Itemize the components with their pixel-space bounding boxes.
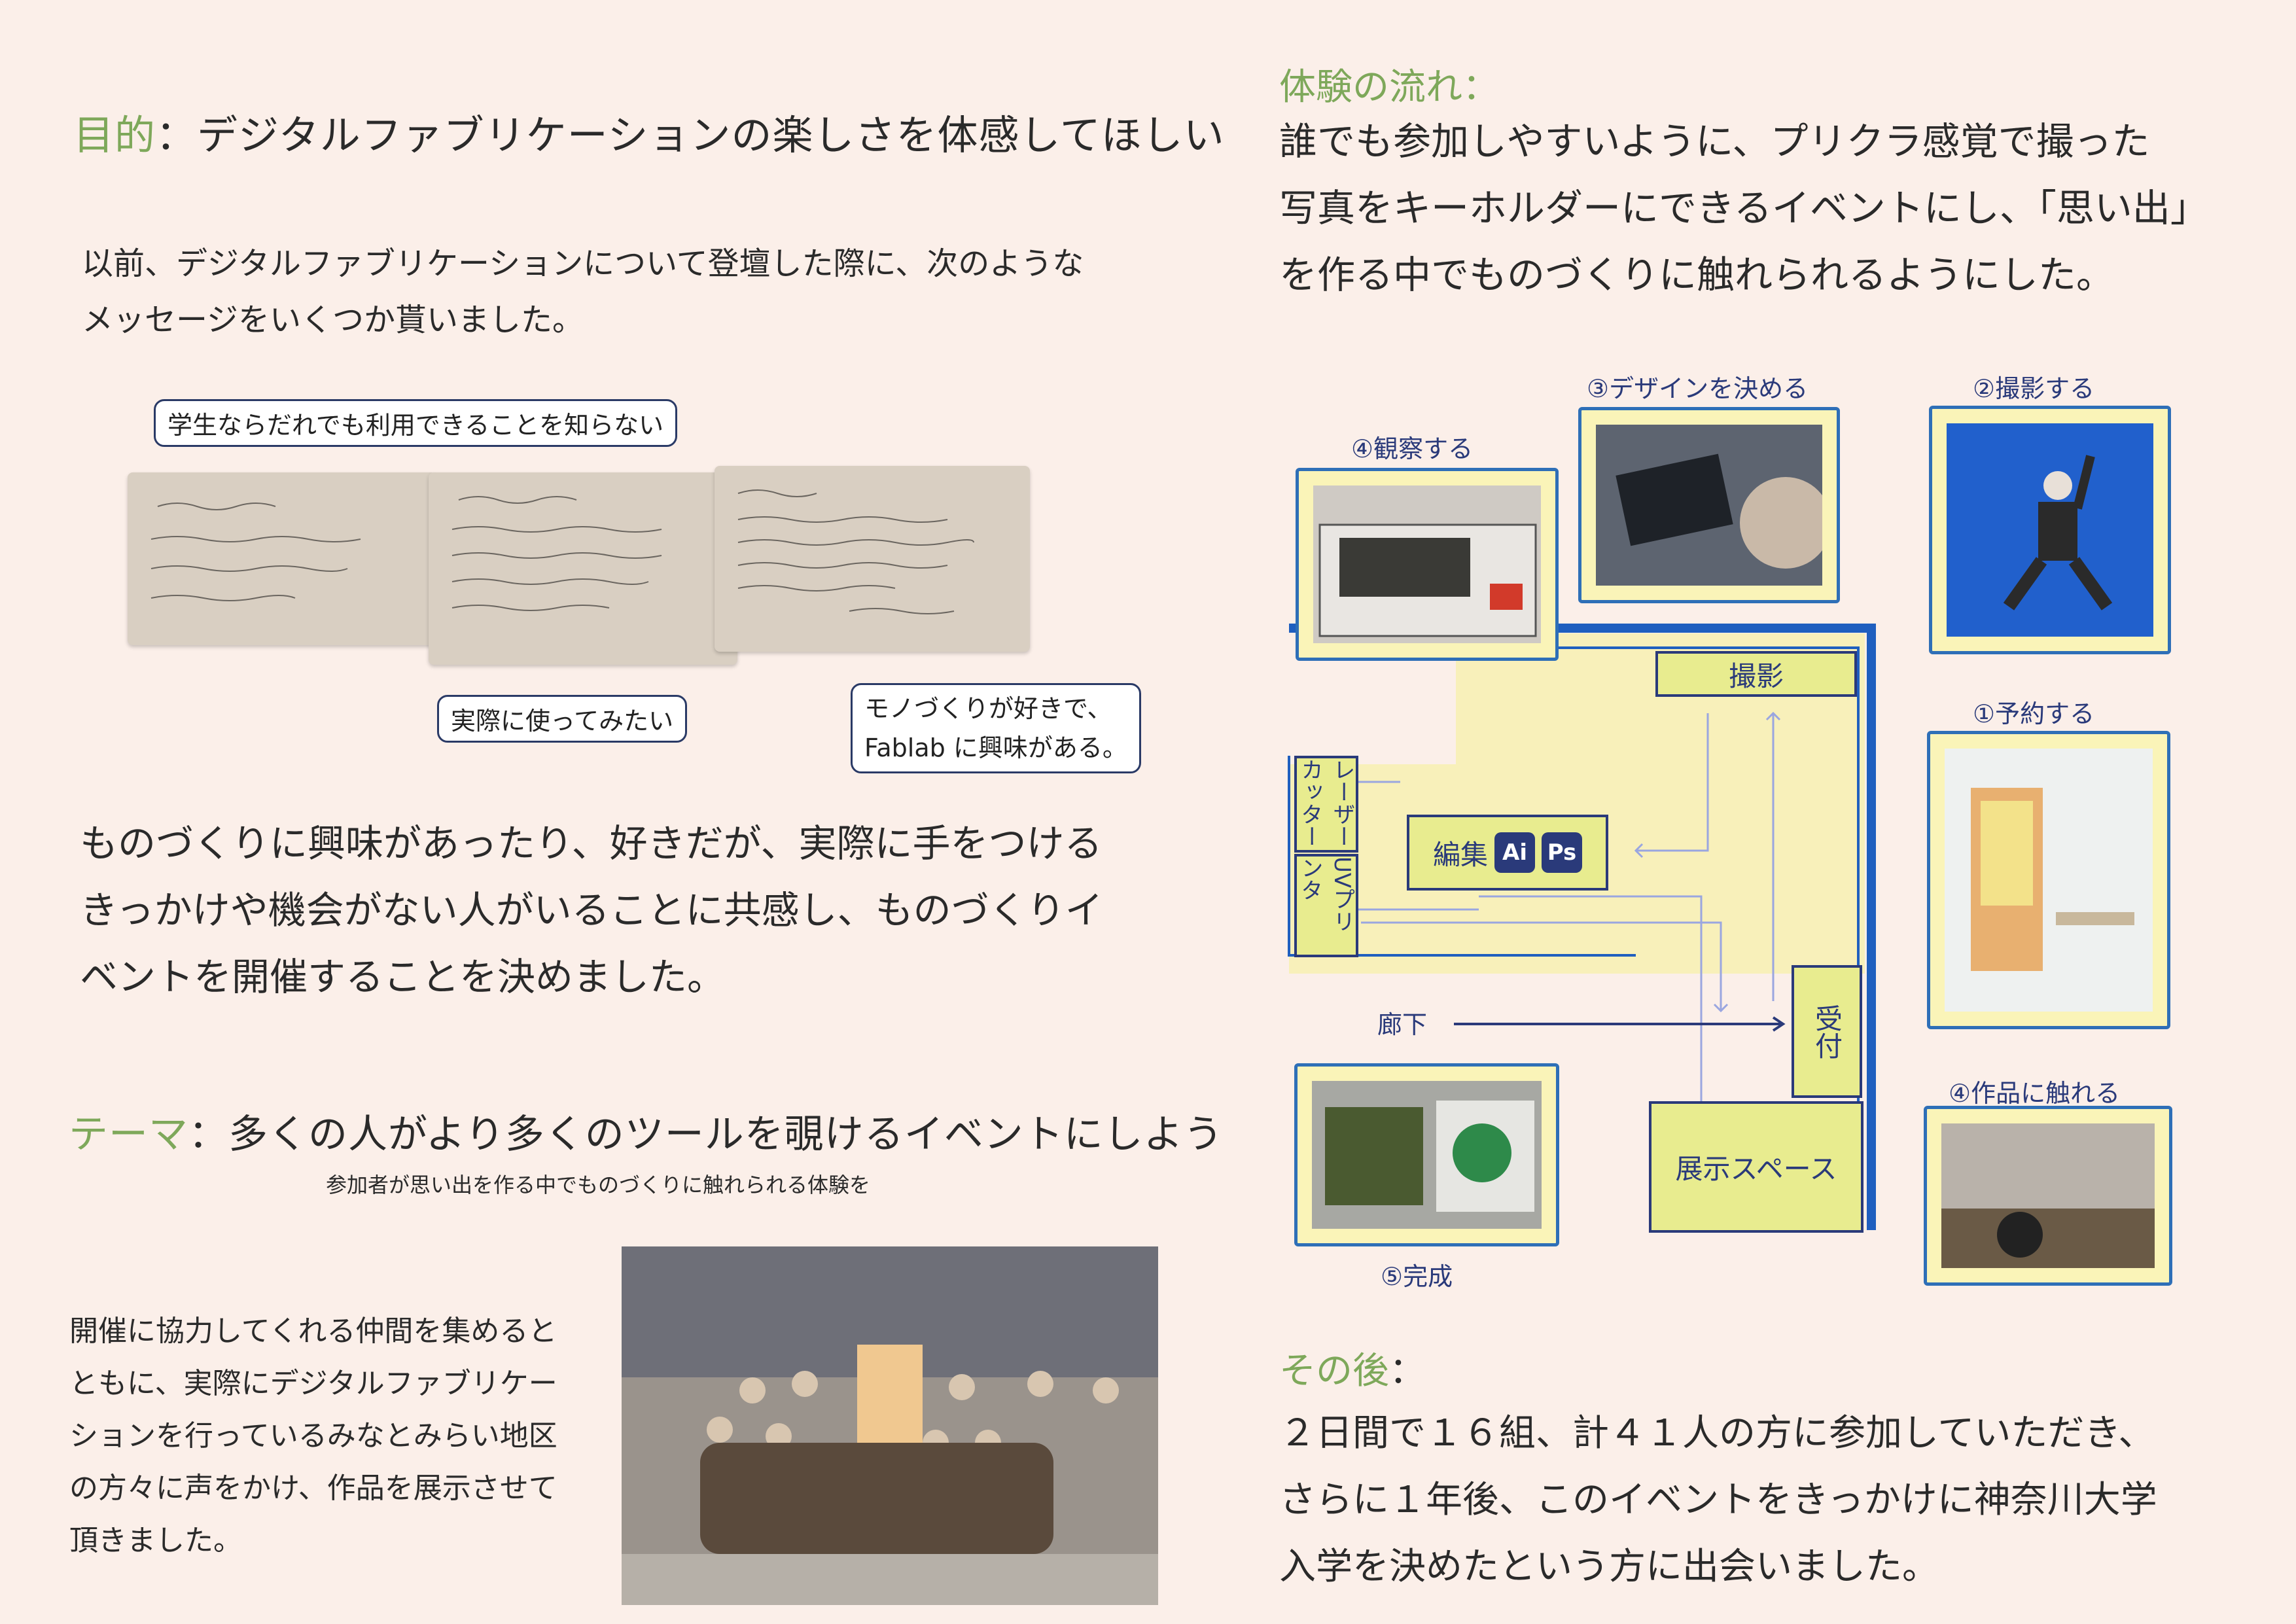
map-laser-cutter: レーザーカッター: [1294, 756, 1358, 853]
step-design-photo: [1578, 407, 1840, 603]
step-design-label: ③デザインを決める: [1587, 374, 1809, 403]
after-heading: その後：: [1279, 1350, 1426, 1392]
purpose-heading: 目的：デジタルファブリケーションの楽しさを体感してほしい: [73, 111, 1225, 159]
speech-bubble-3: モノづくりが好きで、 Fablab に興味がある。: [851, 683, 1141, 773]
intro-text: 以前、デジタルファブリケーションについて登壇した際に、次のような メッセージをい…: [82, 245, 1084, 338]
handwriting-image: [451, 496, 662, 611]
empathy-text: ものづくりに興味があったり、好きだが、実際に手をつける きっかけや機会がない人が…: [80, 821, 1103, 999]
flow-text: 誰でも参加しやすいように、プリクラ感覚で撮った 写真をキーホルダーにできるイベン…: [1279, 119, 2208, 297]
step-reserve-label: ①予約する: [1973, 699, 2095, 728]
after-text: ２日間で１６組、計４１人の方に参加していただき、 さらに１年後、このイベントをき…: [1279, 1412, 2157, 1588]
theme-heading: テーマ：多くの人がより多くのツールを覗けるイベントにしよう: [69, 1112, 1224, 1157]
handwriting-image: [737, 489, 974, 614]
step-reserve-photo: [1927, 731, 2170, 1029]
after-label: その後: [1279, 1350, 1389, 1392]
theme-label: テーマ: [69, 1112, 188, 1157]
step-touch-photo: [1924, 1106, 2172, 1286]
map-edit-area: 編集 Ai Ps: [1407, 815, 1608, 891]
speech-bubble-2: 実際に使ってみたい: [437, 695, 688, 743]
step-shoot-label: ②撮影する: [1973, 374, 2095, 403]
illustrator-icon: Ai: [1494, 832, 1535, 873]
map-exhibit-space: 展示スペース: [1649, 1101, 1863, 1233]
step-shoot-photo: [1929, 406, 2171, 654]
speech-bubble-1: 学生ならだれでも利用できることを知らない: [154, 399, 678, 447]
step-observe-label: ④観察する: [1351, 434, 1474, 463]
step-complete-label: ⑤完成: [1381, 1262, 1453, 1291]
cooperation-text: 開催に協力してくれる仲間を集めると ともに、実際にデジタルファブリケー ションを…: [69, 1315, 557, 1557]
step-touch-label: ④作品に触れる: [1949, 1079, 2121, 1108]
step-complete-photo: [1294, 1063, 1559, 1246]
photoshop-icon: Ps: [1542, 832, 1582, 873]
purpose-text: デジタルファブリケーションの楽しさを体感してほしい: [197, 111, 1225, 159]
map-photo-area: 撮影: [1655, 651, 1857, 697]
message-card-2: [429, 472, 737, 665]
theme-text: 多くの人がより多くのツールを覗けるイベントにしよう: [228, 1112, 1224, 1157]
theme-subtitle: 参加者が思い出を作る中でものづくりに触れられる体験を: [326, 1173, 871, 1197]
map-reception: 受付: [1792, 965, 1862, 1098]
handwriting-image: [150, 503, 361, 601]
step-observe-photo: [1296, 468, 1559, 661]
map-corridor: 廊下: [1377, 1010, 1428, 1039]
flow-label: 体験の流れ: [1279, 66, 1462, 109]
map-uv-printer: UVプリンタ: [1294, 854, 1358, 957]
flow-heading: 体験の流れ：: [1279, 66, 1499, 109]
message-card-1: [128, 472, 436, 645]
group-photo: [622, 1246, 1158, 1605]
purpose-label: 目的: [73, 111, 156, 159]
message-card-3: [715, 466, 1030, 652]
